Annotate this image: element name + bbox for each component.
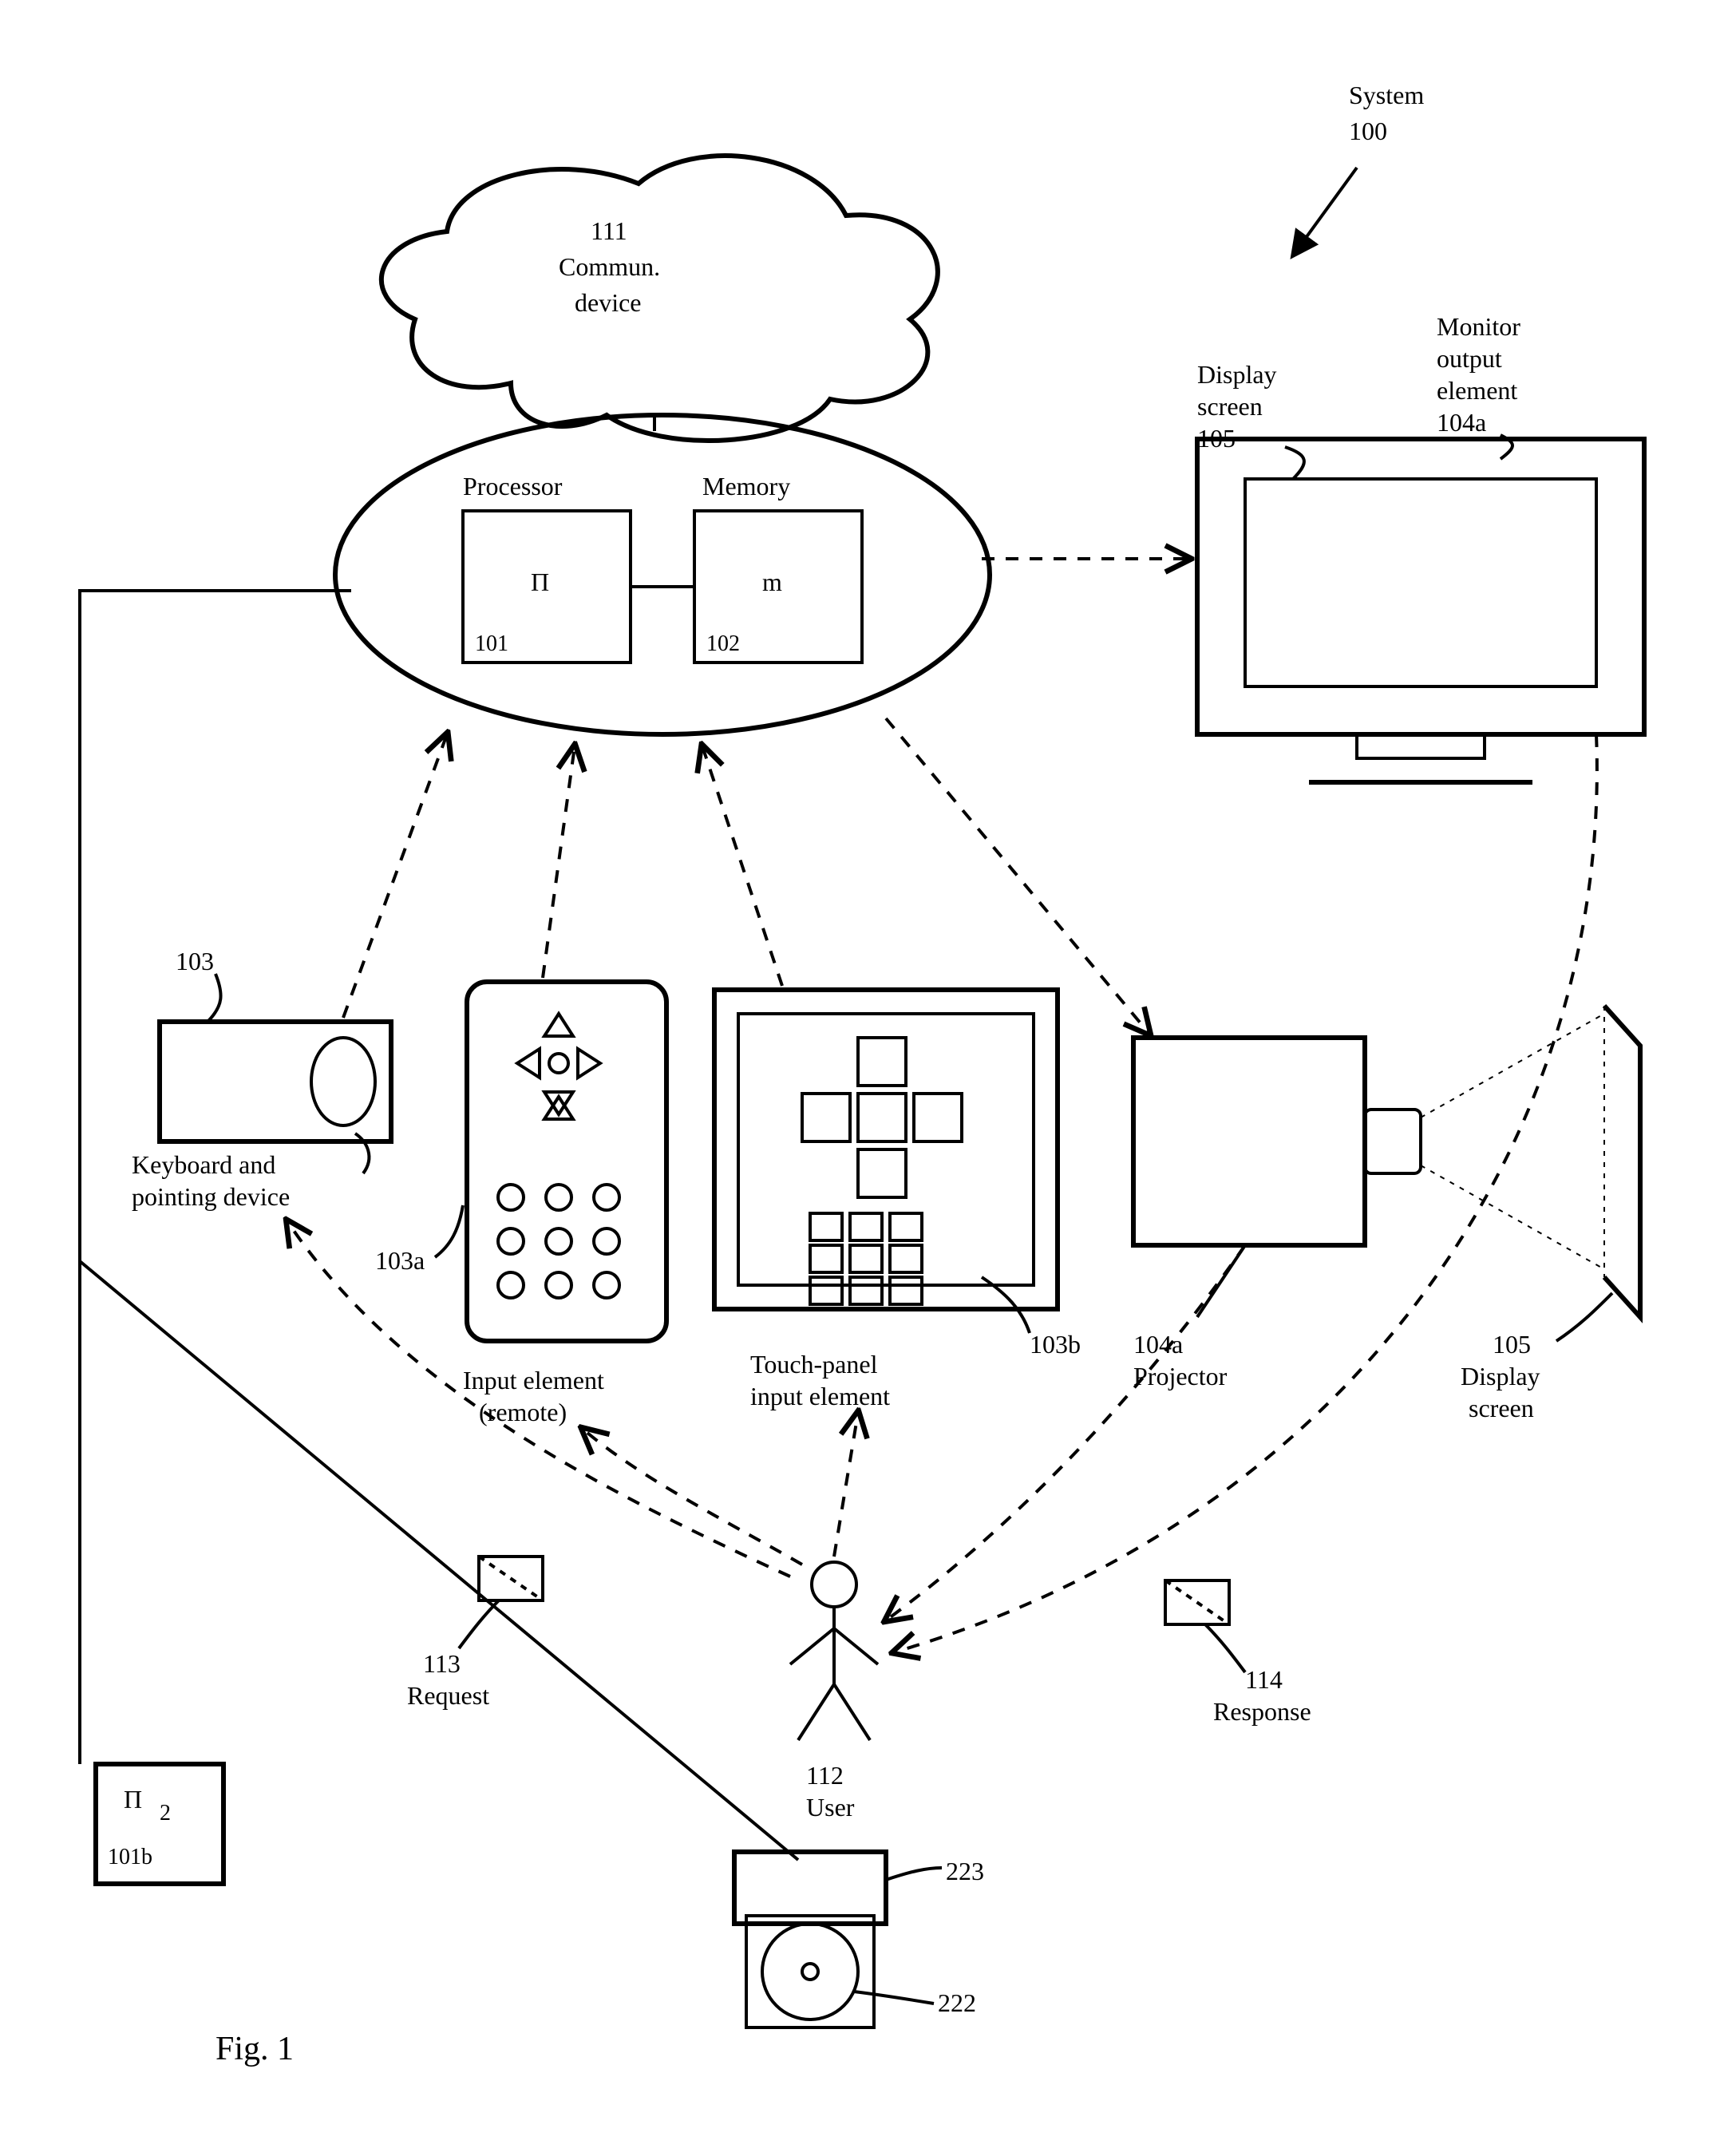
projscreen-line2: screen (1469, 1394, 1534, 1422)
monitor-out3: element (1437, 376, 1517, 405)
request: 113 Request (407, 1557, 543, 1710)
cloud-commun-device: 111 Commun. device (382, 156, 938, 441)
drive: 223 222 (734, 1852, 984, 2027)
response-label: Response (1213, 1697, 1311, 1726)
projscreen-line1: Display (1461, 1362, 1540, 1391)
remote-ref: 103a (375, 1246, 425, 1275)
touch-line2: input element (750, 1382, 890, 1410)
touch-line1: Touch-panel (750, 1350, 878, 1379)
user-label: User (806, 1793, 855, 1822)
arrow-monitor-to-user (894, 734, 1597, 1652)
arrow-cpu-to-projector (886, 718, 1149, 1034)
touch-ref: 103b (1030, 1330, 1081, 1359)
proc2-symbol: Π (124, 1785, 142, 1814)
display-ref: 105 (1197, 424, 1236, 453)
arrow-touch-to-cpu (702, 746, 782, 986)
response: 114 Response (1165, 1580, 1311, 1726)
monitor: Display screen 105 Monitor output elemen… (1197, 312, 1644, 782)
drive-ref-inner: 222 (938, 1988, 976, 2017)
processor-2: Π 2 101b (96, 1764, 223, 1884)
display-label: Display (1197, 360, 1277, 389)
response-ref: 114 (1245, 1665, 1283, 1694)
user-ref: 112 (806, 1761, 844, 1790)
arrow-remote-to-cpu (543, 746, 575, 978)
request-ref: 113 (423, 1649, 461, 1678)
drive-ref-outer: 223 (946, 1857, 984, 1885)
monitor-out1: Monitor (1437, 312, 1520, 341)
keyboard: 103 Keyboard and pointing device (132, 947, 391, 1211)
remote-line2: (remote) (479, 1398, 567, 1426)
touch-panel: 103b Touch-panel input element (714, 990, 1081, 1410)
projector: 104a Projector 105 Display screen (1133, 1006, 1640, 1422)
remote-input: 103a Input element (remote) (375, 982, 666, 1426)
arrow-user-to-remote (583, 1429, 802, 1565)
processor-ref: 101 (475, 631, 508, 656)
cpu-oval: Processor Π 101 Memory m 102 (335, 415, 990, 734)
kb-ref: 103 (176, 947, 214, 975)
memory-ref: 102 (706, 631, 740, 656)
arrow-projector-to-user (886, 1245, 1245, 1620)
projector-label: Projector (1133, 1362, 1228, 1391)
processor-label: Processor (463, 472, 563, 500)
projscreen-ref: 105 (1493, 1330, 1531, 1359)
request-label: Request (407, 1681, 489, 1710)
monitor-out-ref: 104a (1437, 408, 1486, 437)
screen-label: screen (1197, 392, 1263, 421)
kb-line2: pointing device (132, 1182, 290, 1211)
kb-line1: Keyboard and (132, 1150, 275, 1179)
proc2-ref: 101b (108, 1845, 152, 1869)
figure-label: Fig. 1 (216, 2031, 294, 2067)
cloud-line1: Commun. (559, 252, 660, 281)
system-label-text: System (1349, 81, 1424, 109)
arrow-kb-to-cpu (343, 734, 447, 1018)
proc2-sub: 2 (160, 1801, 171, 1826)
system-ref: 100 (1349, 117, 1387, 145)
user (790, 1562, 878, 1740)
projector-ref: 104a (1133, 1330, 1183, 1359)
arrow-user-to-touch (834, 1413, 858, 1557)
remote-line1: Input element (463, 1366, 604, 1394)
line-to-drive (80, 1261, 798, 1860)
cloud-ref: 111 (591, 216, 627, 245)
monitor-out2: output (1437, 344, 1502, 373)
system-label: System 100 (1293, 81, 1424, 255)
cloud-line2: device (575, 288, 642, 317)
processor-symbol: Π (531, 568, 549, 596)
memory-symbol: m (762, 568, 782, 596)
memory-label: Memory (702, 472, 790, 500)
